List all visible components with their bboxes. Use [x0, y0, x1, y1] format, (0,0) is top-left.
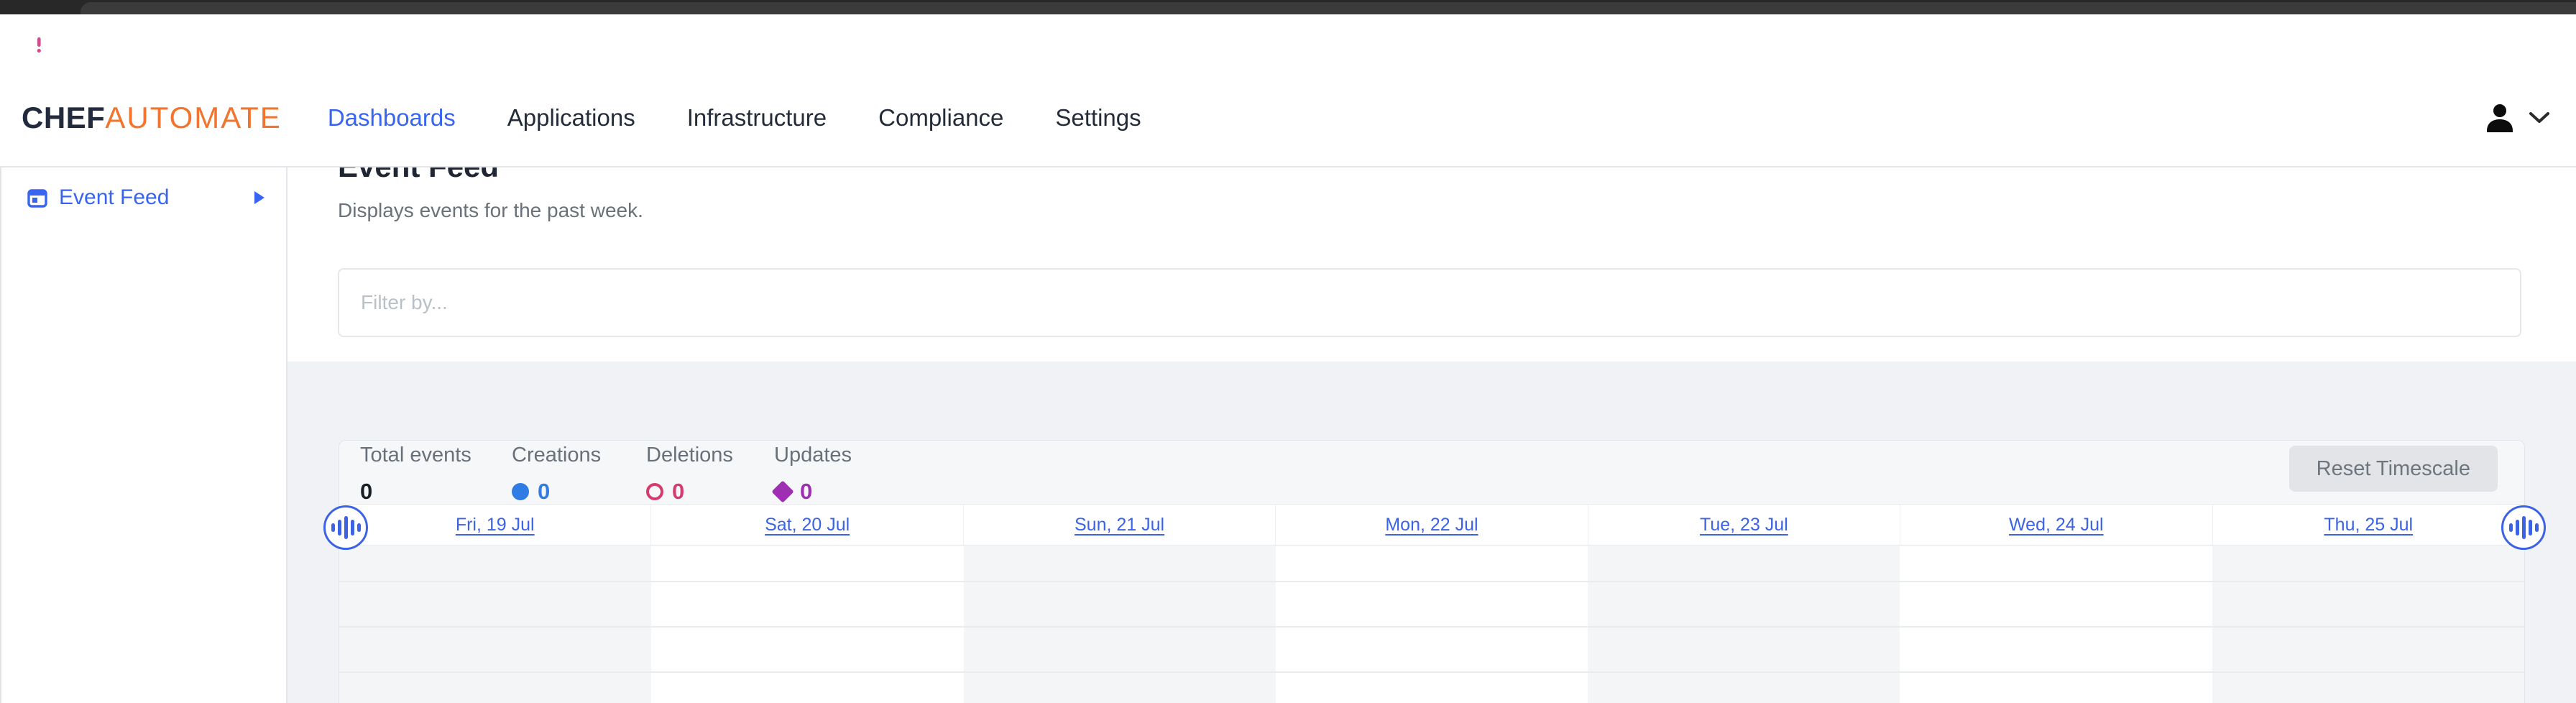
nav-item-compliance[interactable]: Compliance [878, 104, 1003, 132]
grid-row-line [339, 581, 2524, 582]
browser-chrome-strip [0, 0, 2576, 14]
timeline-day-column: Sun, 21 Jul [964, 505, 1276, 545]
day-link[interactable]: Wed, 24 Jul [2009, 515, 2104, 536]
calendar-icon [27, 188, 47, 208]
timeline-day-header: Fri, 19 Jul Sat, 20 Jul Sun, 21 Jul Mon,… [339, 504, 2524, 546]
grid-column [1900, 546, 2212, 703]
nav-item-dashboards[interactable]: Dashboards [328, 104, 456, 132]
sidebar-item-label: Event Feed [59, 185, 169, 210]
nav-item-applications[interactable]: Applications [507, 104, 635, 132]
chef-automate-logo[interactable]: CHEFAUTOMATE [22, 101, 282, 135]
stat-value: 0 [538, 479, 550, 505]
day-link[interactable]: Sun, 21 Jul [1075, 515, 1164, 536]
stat-marker-icon [512, 483, 529, 500]
stat-label: Creations [512, 444, 601, 467]
right-arrow-icon[interactable] [254, 191, 264, 204]
timeline-day-column: Tue, 23 Jul [1588, 505, 1900, 545]
top-nav: CHEFAUTOMATE Dashboards Applications Infra… [0, 70, 2576, 167]
app-body: Event Feed Event Feed Displays events fo… [0, 167, 2576, 703]
day-link[interactable]: Tue, 23 Jul [1700, 515, 1788, 536]
waveform-icon [2508, 516, 2540, 539]
stat: Deletions 0 [646, 444, 733, 505]
sidebar-item-event-feed[interactable]: Event Feed [1, 183, 286, 212]
license-banner-text: Your Progress® Chef® Automate™ trial lic… [66, 30, 1512, 54]
logo-automate: AUTOMATE [105, 101, 281, 134]
stat: Updates 0 [774, 444, 852, 505]
reset-timescale-button[interactable]: Reset Timescale [2289, 446, 2498, 492]
stat: Creations 0 [512, 444, 601, 505]
stat-label: Total events [360, 444, 472, 467]
stat-marker-icon [646, 483, 663, 500]
event-timeline-card: Total events 0 Creations 0 Deletions 0 U… [339, 440, 2525, 703]
user-menu[interactable] [2484, 102, 2550, 134]
page-subtitle: Displays events for the past week. [338, 199, 643, 222]
nav-item-settings[interactable]: Settings [1055, 104, 1141, 132]
stat-label: Updates [774, 444, 852, 467]
grid-row-line [339, 626, 2524, 628]
grid-column [651, 546, 963, 703]
nav-menu: Dashboards Applications Infrastructure Comp… [328, 104, 1193, 132]
banner-close-icon[interactable]: × [2524, 27, 2552, 58]
stat-marker-icon [771, 480, 794, 502]
waveform-icon [330, 516, 362, 539]
grid-column [339, 546, 651, 703]
browser-tab [80, 2, 2576, 14]
page-title: Event Feed [338, 167, 499, 182]
timeline-pan-handle-right[interactable] [2501, 505, 2546, 550]
stat-label: Deletions [646, 444, 733, 467]
day-link[interactable]: Sat, 20 Jul [765, 515, 850, 536]
grid-column [2212, 546, 2524, 703]
stat-value: 0 [800, 479, 812, 505]
chevron-down-icon [2529, 111, 2550, 125]
timeline-day-column: Wed, 24 Jul [1900, 505, 2212, 545]
license-banner: Your Progress® Chef® Automate™ trial lic… [0, 14, 2576, 70]
day-link[interactable]: Thu, 25 Jul [2324, 515, 2413, 536]
grid-column [1588, 546, 1900, 703]
warning-triangle-icon [24, 29, 53, 55]
event-feed-section: Total events 0 Creations 0 Deletions 0 U… [288, 362, 2576, 703]
person-icon [2484, 102, 2516, 134]
filter-input[interactable] [338, 268, 2521, 337]
nav-item-infrastructure[interactable]: Infrastructure [687, 104, 827, 132]
logo-chef: CHEF [22, 101, 105, 134]
grid-column [964, 546, 1276, 703]
timeline-pan-handle-left[interactable] [323, 505, 368, 550]
timeline-day-column: Thu, 25 Jul [2213, 505, 2524, 545]
main-content: Event Feed Displays events for the past … [288, 167, 2576, 703]
update-license-link[interactable]: update with the new license key. [1209, 30, 1512, 53]
grid-column [1276, 546, 1588, 703]
sidebar: Event Feed [0, 167, 288, 703]
timeline-day-column: Fri, 19 Jul [339, 505, 651, 545]
stat-value: 0 [360, 479, 372, 505]
stat: Total events 0 [360, 444, 472, 505]
day-link[interactable]: Mon, 22 Jul [1385, 515, 1478, 536]
grid-row-line [339, 671, 2524, 673]
stat-value: 0 [672, 479, 684, 505]
day-link[interactable]: Fri, 19 Jul [456, 515, 535, 536]
timeline-day-column: Sat, 20 Jul [651, 505, 963, 545]
timeline-grid [339, 546, 2524, 703]
timeline-day-column: Mon, 22 Jul [1276, 505, 1588, 545]
